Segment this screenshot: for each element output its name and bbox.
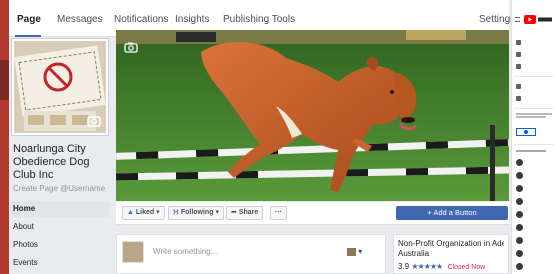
more-button[interactable]: ··· [270,206,287,220]
tab-page[interactable]: Page [17,14,41,25]
youtube-sidebar [511,0,555,274]
page-category: Non-Profit Organization in Adelaide, [398,239,504,248]
avatar [122,241,144,263]
post-as-selector[interactable]: ▾ [347,247,362,256]
thumbs-up-icon: ▲ [127,209,134,216]
yt-channel-item[interactable] [516,262,529,270]
yt-nav-item[interactable] [516,94,528,102]
yt-channel-item[interactable] [516,197,529,205]
add-a-button[interactable]: + Add a Button [396,206,508,220]
chevron-down-icon: ▾ [156,209,160,216]
history-icon [516,95,521,101]
trending-icon [516,51,521,57]
following-button[interactable]: ∺ Following ▾ [168,206,224,220]
user-icon [524,130,528,135]
page-location: Australia [398,249,430,258]
news-icon [516,210,523,218]
liked-label: Liked [135,209,155,216]
rating-row: 3.9 ★★★★★ Closed Now [398,262,504,271]
create-username-link[interactable]: Create Page @Username [13,184,105,193]
left-nav-photos[interactable]: Photos [10,237,109,253]
status-badge: Closed Now [447,264,486,271]
profile-picture[interactable] [12,39,108,135]
share-arrow-icon: ➦ [231,209,237,216]
tab-insights[interactable]: Insights [175,14,209,25]
tab-settings[interactable]: Settings [479,14,515,25]
learning-icon [516,249,523,257]
about-card: Non-Profit Organization in Adelaide, Aus… [393,234,509,274]
movies-icon [516,197,523,205]
left-nav-home[interactable]: Home [10,201,109,217]
chevron-down-icon: ▾ [215,209,219,216]
fashion-icon [516,236,523,244]
tab-notifications[interactable]: Notifications [114,14,168,25]
liked-button[interactable]: ▲ Liked ▾ [122,206,165,220]
rss-icon: ∺ [173,209,179,216]
tab-publishing-tools[interactable]: Publishing Tools [223,14,295,25]
gaming-icon [516,184,523,192]
active-tab-indicator [15,35,41,37]
sports-icon [516,171,523,179]
share-button[interactable]: ➦ Share [226,206,264,220]
cover-photo[interactable] [116,30,509,201]
page-avatar-icon [347,247,356,256]
composer-input[interactable]: Write something... [153,247,217,256]
page-title: Noarlunga City Obedience Dog Club Inc [13,143,90,181]
left-nav-about[interactable]: About [10,219,109,235]
divider [514,108,554,109]
tab-messages[interactable]: Messages [57,14,103,25]
yt-channel-item[interactable] [516,249,529,257]
rating-stars-icon: ★★★★★ [411,262,443,271]
share-label: Share [238,209,259,216]
page-action-bar: ▲ Liked ▾ ∺ Following ▾ ➦ Share ··· + Ad… [116,202,509,225]
yt-channel-item[interactable] [516,236,529,244]
rating-value: 3.9 [398,262,410,271]
subscriptions-icon [516,63,521,69]
youtube-logo[interactable] [524,15,554,24]
post-composer[interactable]: Write something... ▾ [116,234,386,274]
chevron-down-icon: ▾ [358,247,363,256]
home-icon [516,39,521,45]
360-video-icon [516,262,523,270]
left-nav-events[interactable]: Events [10,255,109,271]
yt-nav-item[interactable] [516,62,528,70]
yt-channel-item[interactable] [516,184,529,192]
live-icon [516,223,523,231]
library-icon [516,83,521,89]
yt-nav-item[interactable] [516,38,528,46]
camera-icon[interactable] [124,42,138,53]
yt-nav-item[interactable] [516,50,528,58]
yt-signin-button[interactable] [516,128,536,136]
yt-channel-item[interactable] [516,223,529,231]
yt-signin-prompt [516,112,554,119]
yt-channel-item[interactable] [516,171,529,179]
following-label: Following [180,209,214,216]
hamburger-menu-icon[interactable] [515,17,520,22]
yt-channel-item[interactable] [516,210,529,218]
divider [514,76,554,77]
yt-nav-item[interactable] [516,82,528,90]
background-strip [0,0,9,274]
music-icon [516,158,523,166]
yt-section-label [516,150,546,152]
divider [514,144,554,145]
yt-channel-item[interactable] [516,158,529,166]
